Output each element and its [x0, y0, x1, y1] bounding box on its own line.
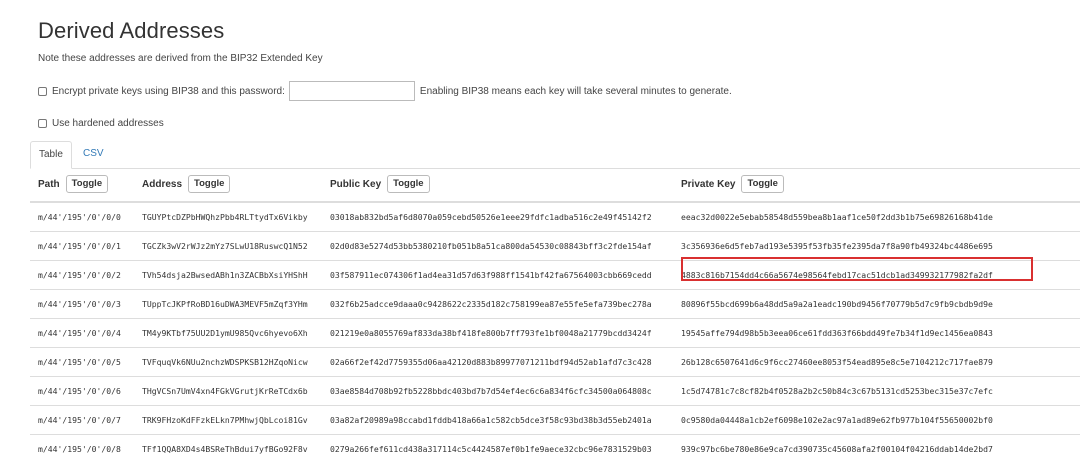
- private-key-cell: 4883c816b7154dd4c66a5674e98564febd17cac5…: [681, 270, 993, 280]
- public-key-toggle-button[interactable]: Toggle: [387, 175, 430, 193]
- bip38-row: Encrypt private keys using BIP38 and thi…: [38, 80, 732, 102]
- address-cell: TUppTcJKPfRoBD16uDWA3MEVF5mZqf3YHm: [142, 299, 308, 309]
- bip38-checkbox[interactable]: [38, 86, 47, 96]
- private-key-cell: 26b128c6507641d6c9f6cc27460ee8053f54ead8…: [681, 357, 993, 367]
- public-key-cell: 03018ab832bd5af6d8070a059cebd50526e1eee2…: [330, 212, 652, 222]
- table-row: m/44'/195'/0'/0/5 TVFquqVk6NUu2nchzWDSPK…: [30, 348, 1080, 377]
- public-key-cell: 032f6b25adcce9daaa0c9428622c2335d182c758…: [330, 299, 652, 309]
- public-key-cell: 03ae8584d708b92fb5228bbdc403bd7b7d54ef4e…: [330, 386, 652, 396]
- output-tabs: Table CSV: [30, 141, 1080, 169]
- path-cell: m/44'/195'/0'/0/1: [38, 241, 121, 251]
- derivation-note: Note these addresses are derived from th…: [38, 53, 323, 64]
- private-key-cell: 939c97bc6be780e86e9ca7cd390735c45608afa2…: [681, 444, 993, 454]
- addresses-table: Path Toggle Address Toggle Public Key To…: [30, 168, 1080, 459]
- address-header-label: Address: [142, 178, 183, 190]
- private-key-toggle-button[interactable]: Toggle: [741, 175, 784, 193]
- path-cell: m/44'/195'/0'/0/7: [38, 415, 121, 425]
- public-key-cell: 02a66f2ef42d7759355d06aa42120d883b899770…: [330, 357, 652, 367]
- path-header-label: Path: [38, 178, 60, 190]
- private-key-cell: 3c356936e6d5feb7ad193e5395f53fb35fe2395d…: [681, 241, 993, 251]
- private-key-cell: 0c9580da04448a1cb2ef6098e102e2ac97a1ad89…: [681, 415, 993, 425]
- path-cell: m/44'/195'/0'/0/5: [38, 357, 121, 367]
- public-key-cell: 03f587911ec074306f1ad4ea31d57d63f988ff15…: [330, 270, 652, 280]
- path-cell: m/44'/195'/0'/0/0: [38, 212, 121, 222]
- table-row: m/44'/195'/0'/0/1 TGCZk3wV2rWJz2mYz7SLwU…: [30, 232, 1080, 261]
- table-row: m/44'/195'/0'/0/2 TVh54dsja2BwsedABh1n3Z…: [30, 261, 1080, 290]
- public-key-cell: 02d0d83e5274d53bb5380210fb051b8a51ca800d…: [330, 241, 652, 251]
- address-cell: TVh54dsja2BwsedABh1n3ZACBbXsiYHShH: [142, 270, 308, 280]
- private-key-header-label: Private Key: [681, 178, 736, 190]
- public-key-cell: 03a82af20989a98ccabd1fddb418a66a1c582cb5…: [330, 415, 652, 425]
- private-key-cell: 1c5d74781c7c8cf82b4f0528a2b2c50b84c3c67b…: [681, 386, 993, 396]
- tab-table[interactable]: Table: [30, 141, 72, 169]
- bip38-hint: Enabling BIP38 means each key will take …: [419, 85, 732, 97]
- private-key-cell: 80896f55bcd699b6a48dd5a9a2a1eadc190bd945…: [681, 299, 993, 309]
- bip38-password-input[interactable]: [288, 81, 415, 101]
- public-key-cell: 021219e0a8055769af833da38bf418fe800b7ff7…: [330, 328, 652, 338]
- public-key-header-label: Public Key: [330, 178, 382, 190]
- bip38-label: Encrypt private keys using BIP38 and thi…: [52, 85, 285, 97]
- table-row: m/44'/195'/0'/0/7 TRK9FHzoKdFFzkELkn7PMh…: [30, 406, 1080, 435]
- address-cell: TFf1QQA8XD4s4BSReThBdui7yfBGo92F8v: [142, 444, 308, 454]
- path-header: Path Toggle: [38, 175, 109, 193]
- address-cell: TVFquqVk6NUu2nchzWDSPKSB12HZqoNicw: [142, 357, 308, 367]
- path-cell: m/44'/195'/0'/0/3: [38, 299, 121, 309]
- hardened-checkbox[interactable]: [38, 118, 47, 128]
- path-cell: m/44'/195'/0'/0/4: [38, 328, 121, 338]
- path-toggle-button[interactable]: Toggle: [65, 175, 109, 193]
- public-key-cell: 0279a266fef611cd438a317114c5c4424587ef0b…: [330, 444, 652, 454]
- path-cell: m/44'/195'/0'/0/8: [38, 444, 121, 454]
- private-key-cell: 19545affe794d98b5b3eea06ce61fdd363f66bdd…: [681, 328, 993, 338]
- address-cell: TGCZk3wV2rWJz2mYz7SLwU18RuswcQ1N52: [142, 241, 308, 251]
- page-title: Derived Addresses: [38, 18, 225, 43]
- address-cell: TM4y9KTbf75UU2D1ymU985Qvc6hyevo6Xh: [142, 328, 308, 338]
- public-key-header: Public Key Toggle: [330, 175, 430, 193]
- hardened-label: Use hardened addresses: [52, 117, 164, 129]
- address-header: Address Toggle: [142, 175, 231, 193]
- private-key-header: Private Key Toggle: [681, 175, 784, 193]
- table-row: m/44'/195'/0'/0/8 TFf1QQA8XD4s4BSReThBdu…: [30, 435, 1080, 459]
- address-cell: TGUYPtcDZPbHWQhzPbb4RLTtydTx6Vikby: [142, 212, 308, 222]
- table-row: m/44'/195'/0'/0/3 TUppTcJKPfRoBD16uDWA3M…: [30, 290, 1080, 319]
- tab-csv[interactable]: CSV: [75, 141, 112, 168]
- derived-addresses-page: Derived Addresses Note these addresses a…: [0, 0, 1080, 459]
- table-header: Path Toggle Address Toggle Public Key To…: [30, 168, 1080, 203]
- address-toggle-button[interactable]: Toggle: [188, 175, 231, 193]
- table-row: m/44'/195'/0'/0/4 TM4y9KTbf75UU2D1ymU985…: [30, 319, 1080, 348]
- address-cell: TRK9FHzoKdFFzkELkn7PMhwjQbLcoi81Gv: [142, 415, 308, 425]
- table-row: m/44'/195'/0'/0/0 TGUYPtcDZPbHWQhzPbb4RL…: [30, 203, 1080, 232]
- private-key-cell: eeac32d0022e5ebab58548d559bea8b1aaf1ce50…: [681, 212, 993, 222]
- path-cell: m/44'/195'/0'/0/2: [38, 270, 121, 280]
- table-row: m/44'/195'/0'/0/6 THgVCSn7UmV4xn4FGkVGru…: [30, 377, 1080, 406]
- path-cell: m/44'/195'/0'/0/6: [38, 386, 121, 396]
- hardened-row: Use hardened addresses: [38, 116, 164, 130]
- address-cell: THgVCSn7UmV4xn4FGkVGrutjKrReTCdx6b: [142, 386, 308, 396]
